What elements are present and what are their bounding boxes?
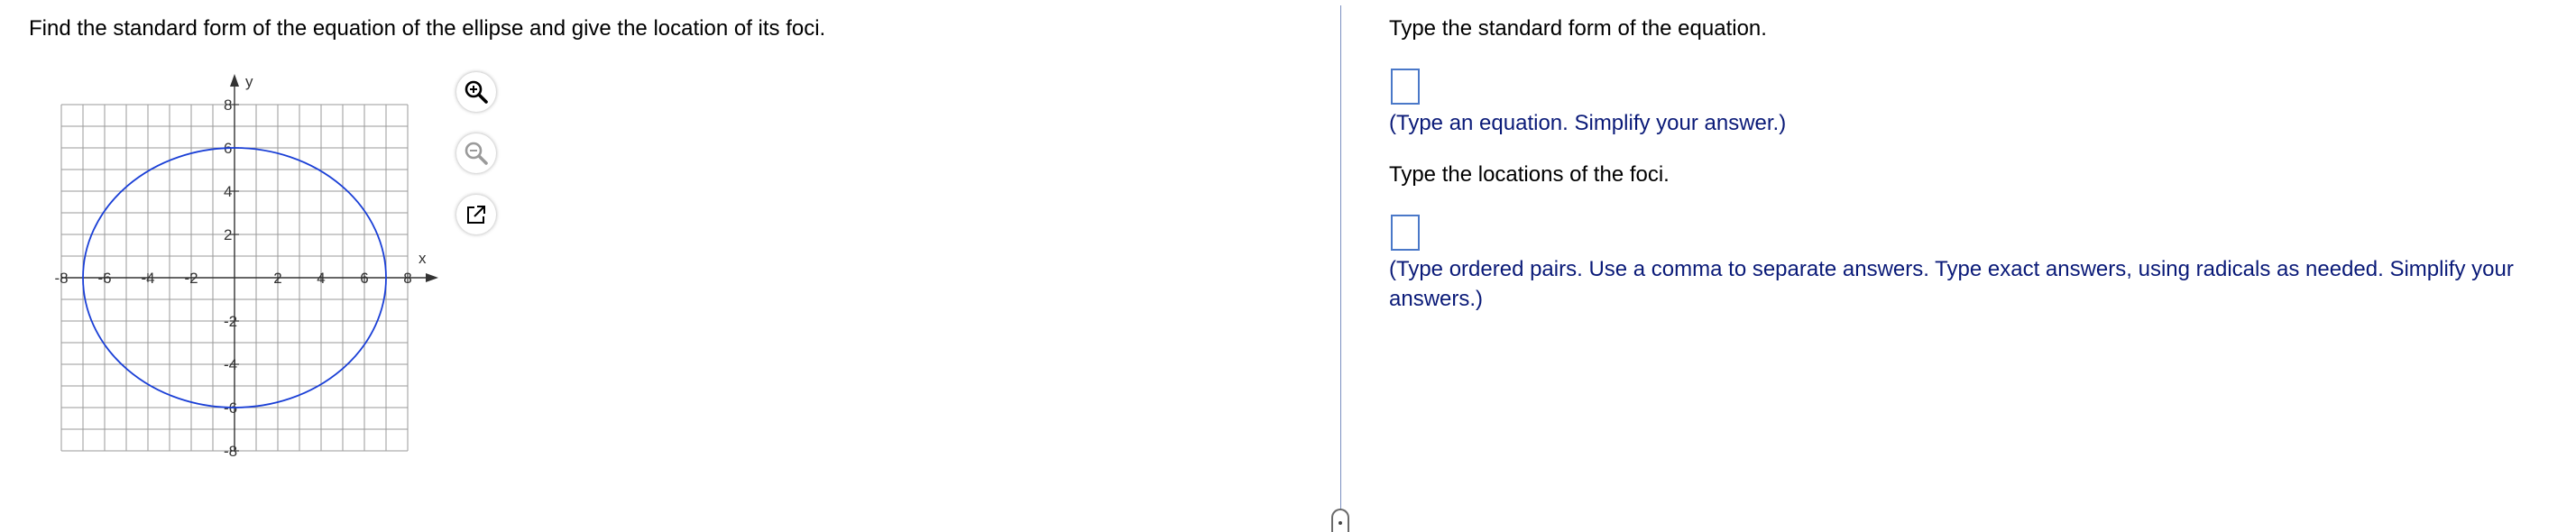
y-tick-label: -8 <box>224 443 237 460</box>
graph-svg: xy -8 -6 -4 -2 2 4 6 88642-2-4-6-8 <box>54 73 438 460</box>
ellipse-graph: xy -8 -6 -4 -2 2 4 6 8 8 6 4 2 -2 -4 -6 -8 <box>47 65 462 480</box>
equation-answer-box[interactable] <box>1391 69 1420 105</box>
zoom-in-button[interactable] <box>456 72 496 112</box>
x-axis-label: x <box>419 250 427 267</box>
equation-hint: (Type an equation. Simplify your answer.… <box>1389 111 1787 135</box>
page: Find the standard form of the equation o… <box>0 0 2576 532</box>
foci-prompt: Type the locations of the foci. <box>1389 162 1670 187</box>
zoom-in-icon <box>465 80 488 104</box>
x-tick-label: -6 <box>97 270 111 287</box>
question-text: Find the standard form of the equation o… <box>29 16 826 41</box>
y-tick-label: -4 <box>224 356 237 373</box>
axes: xy <box>61 73 438 451</box>
foci-hint: (Type ordered pairs. Use a comma to sepa… <box>1389 257 2514 311</box>
x-tick-label: 2 <box>273 270 281 287</box>
x-tick-label: 4 <box>317 270 325 287</box>
y-axis-label: y <box>245 73 253 90</box>
foci-answer-box[interactable] <box>1391 215 1420 251</box>
x-tick-label: 8 <box>403 270 411 287</box>
x-tick-label: -8 <box>54 270 68 287</box>
equation-prompt: Type the standard form of the equation. <box>1389 16 1767 41</box>
zoom-out-icon <box>465 142 488 165</box>
zoom-out-button[interactable] <box>456 133 496 173</box>
handle-dot <box>1339 521 1342 525</box>
popout-icon <box>467 206 485 224</box>
x-tick-label: -4 <box>141 270 154 287</box>
popout-button[interactable] <box>456 195 496 234</box>
y-axis-arrow <box>230 74 239 87</box>
y-tick-label: 8 <box>224 96 232 114</box>
y-tick-label: -2 <box>224 313 237 330</box>
pane-resize-handle[interactable] <box>1331 509 1349 532</box>
pane-divider <box>1340 5 1341 521</box>
y-tick-label: 4 <box>224 183 232 200</box>
x-tick-label: -2 <box>184 270 198 287</box>
x-tick-label: 6 <box>360 270 368 287</box>
y-tick-label: 2 <box>224 226 232 243</box>
x-axis-arrow <box>426 273 438 282</box>
